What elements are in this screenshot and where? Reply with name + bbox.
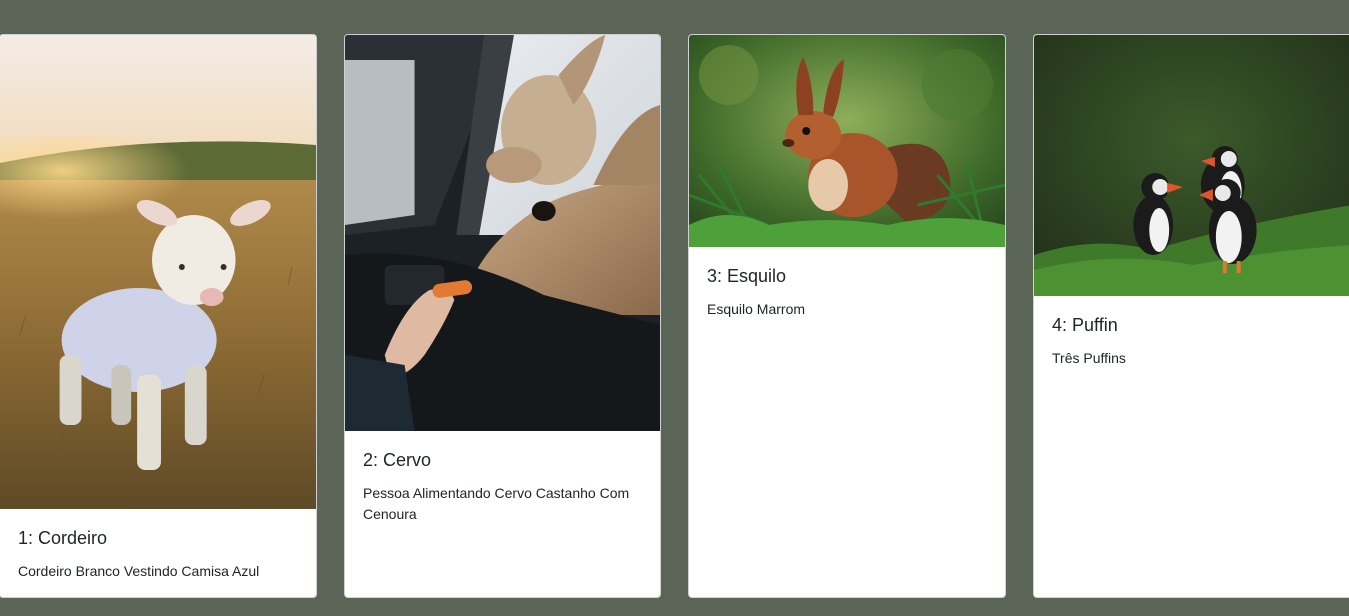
puffins-photo [1034,35,1349,296]
card-cordeiro[interactable]: 1: Cordeiro Cordeiro Branco Vestindo Cam… [0,34,317,598]
card-title: 4: Puffin [1052,315,1118,335]
lamb-photo [0,35,316,509]
card-title: 2: Cervo [363,450,432,470]
card-title: 3: Esquilo [707,266,787,286]
card-text: Cordeiro Branco Vestindo Camisa Azul [18,563,260,579]
card-text: Pessoa Alimentando Cervo Castanho Com Ce… [363,485,630,522]
card-text: Esquilo Marrom [707,301,806,317]
card-puffin[interactable]: 4: Puffin Três Puffins [1033,34,1349,598]
deer-photo [345,35,660,431]
card-esquilo[interactable]: 3: Esquilo Esquilo Marrom [688,34,1006,598]
card-text: Três Puffins [1052,350,1126,366]
card-title: 1: Cordeiro [18,528,108,548]
card-cervo[interactable]: 2: Cervo Pessoa Alimentando Cervo Castan… [344,34,661,598]
squirrel-photo [689,35,1005,247]
